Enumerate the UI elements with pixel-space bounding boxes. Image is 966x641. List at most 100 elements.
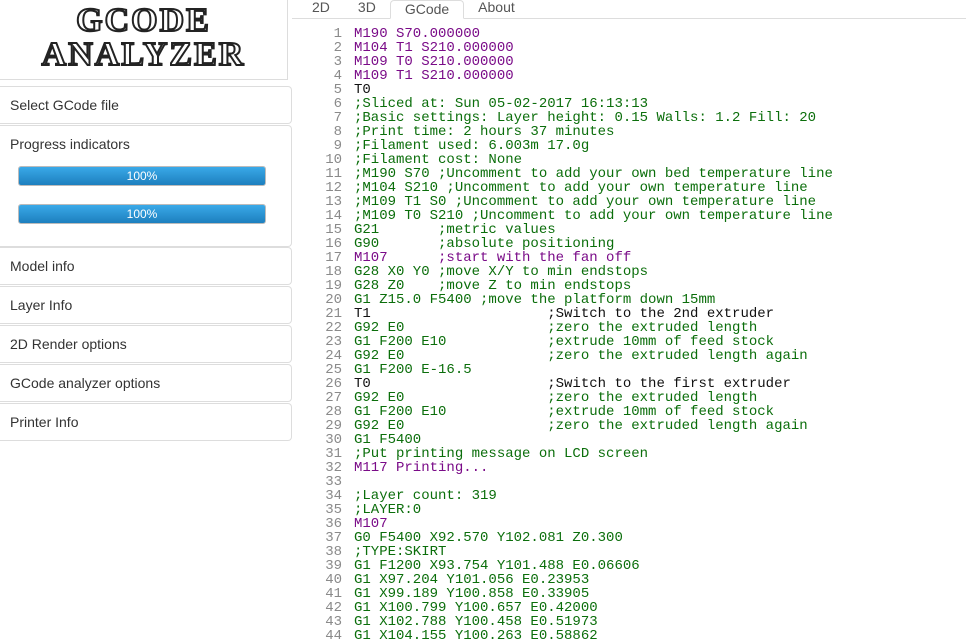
code-line[interactable]: ;M190 S70 ;Uncomment to add your own bed…: [354, 167, 966, 181]
tab-gcode[interactable]: GCode: [390, 0, 464, 19]
code-line[interactable]: ;Layer count: 319: [354, 489, 966, 503]
gcode-analyzer-options[interactable]: GCode analyzer options: [0, 364, 292, 402]
printer-info[interactable]: Printer Info: [0, 403, 292, 441]
code-line[interactable]: ;Sliced at: Sun 05-02-2017 16:13:13: [354, 97, 966, 111]
code-line[interactable]: [354, 475, 966, 489]
line-number: 18: [292, 265, 342, 279]
code-line[interactable]: ;M109 T0 S210 ;Uncomment to add your own…: [354, 209, 966, 223]
code-line[interactable]: G92 E0 ;zero the extruded length: [354, 391, 966, 405]
code-line[interactable]: M107 ;start with the fan off: [354, 251, 966, 265]
line-number: 3: [292, 55, 342, 69]
code-line[interactable]: G1 F200 E10 ;extrude 10mm of feed stock: [354, 405, 966, 419]
code-line[interactable]: ;Filament cost: None: [354, 153, 966, 167]
code-line[interactable]: G1 Z15.0 F5400 ;move the platform down 1…: [354, 293, 966, 307]
progress-indicators-section[interactable]: Progress indicators 100% 100%: [0, 125, 292, 247]
tab-2d[interactable]: 2D: [298, 0, 344, 18]
line-number: 30: [292, 433, 342, 447]
line-number: 36: [292, 517, 342, 531]
line-number: 41: [292, 587, 342, 601]
app-logo: GCODE ANALYZER: [0, 0, 288, 80]
code-line[interactable]: G1 F1200 X93.754 Y101.488 E0.06606: [354, 559, 966, 573]
line-number: 16: [292, 237, 342, 251]
line-number: 7: [292, 111, 342, 125]
code-line[interactable]: G1 F5400: [354, 433, 966, 447]
2d-render-options[interactable]: 2D Render options: [0, 325, 292, 363]
line-number: 38: [292, 545, 342, 559]
code-line[interactable]: G1 X104.155 Y100.263 E0.58862: [354, 629, 966, 641]
code-line[interactable]: ;TYPE:SKIRT: [354, 545, 966, 559]
code-line[interactable]: G28 Z0 ;move Z to min endstops: [354, 279, 966, 293]
code-line[interactable]: G1 X97.204 Y101.056 E0.23953: [354, 573, 966, 587]
code-line[interactable]: G1 F200 E10 ;extrude 10mm of feed stock: [354, 335, 966, 349]
line-number: 8: [292, 125, 342, 139]
line-number: 15: [292, 223, 342, 237]
code-line[interactable]: G0 F5400 X92.570 Y102.081 Z0.300: [354, 531, 966, 545]
progress-indicators-title: Progress indicators: [10, 136, 281, 152]
code-line[interactable]: T1 ;Switch to the 2nd extruder: [354, 307, 966, 321]
code-line[interactable]: ;Basic settings: Layer height: 0.15 Wall…: [354, 111, 966, 125]
line-number: 17: [292, 251, 342, 265]
select-gcode-file[interactable]: Select GCode file: [0, 86, 292, 124]
line-number: 42: [292, 601, 342, 615]
logo-wrap: GCODE ANALYZER: [0, 0, 292, 86]
line-number: 9: [292, 139, 342, 153]
line-number: 12: [292, 181, 342, 195]
line-number: 24: [292, 349, 342, 363]
line-number: 25: [292, 363, 342, 377]
line-number: 37: [292, 531, 342, 545]
line-number: 26: [292, 377, 342, 391]
line-number: 32: [292, 461, 342, 475]
code-line[interactable]: M104 T1 S210.000000: [354, 41, 966, 55]
line-number: 28: [292, 405, 342, 419]
code-content[interactable]: M190 S70.000000M104 T1 S210.000000M109 T…: [354, 19, 966, 641]
model-info[interactable]: Model info: [0, 247, 292, 285]
code-line[interactable]: ;M109 T1 S0 ;Uncomment to add your own t…: [354, 195, 966, 209]
code-line[interactable]: ;Filament used: 6.003m 17.0g: [354, 139, 966, 153]
line-number: 31: [292, 447, 342, 461]
line-number: 44: [292, 629, 342, 641]
line-number: 21: [292, 307, 342, 321]
code-line[interactable]: G1 X99.189 Y100.858 E0.33905: [354, 587, 966, 601]
code-editor[interactable]: 1234567891011121314151617181920212223242…: [292, 19, 966, 641]
line-number: 5: [292, 83, 342, 97]
code-line[interactable]: T0 ;Switch to the first extruder: [354, 377, 966, 391]
sidebar: GCODE ANALYZER Select GCode file Progres…: [0, 0, 292, 641]
code-line[interactable]: ;Print time: 2 hours 37 minutes: [354, 125, 966, 139]
code-line[interactable]: G1 X100.799 Y100.657 E0.42000: [354, 601, 966, 615]
tab-3d[interactable]: 3D: [344, 0, 390, 18]
line-number: 29: [292, 419, 342, 433]
code-line[interactable]: G92 E0 ;zero the extruded length: [354, 321, 966, 335]
code-line[interactable]: G92 E0 ;zero the extruded length again: [354, 419, 966, 433]
line-number: 23: [292, 335, 342, 349]
code-line[interactable]: M190 S70.000000: [354, 27, 966, 41]
line-number: 39: [292, 559, 342, 573]
code-line[interactable]: M109 T1 S210.000000: [354, 69, 966, 83]
code-line[interactable]: G21 ;metric values: [354, 223, 966, 237]
logo-line-2: ANALYZER: [0, 38, 287, 72]
code-line[interactable]: ;Put printing message on LCD screen: [354, 447, 966, 461]
progress-bar-2: 100%: [18, 204, 266, 224]
code-line[interactable]: M109 T0 S210.000000: [354, 55, 966, 69]
code-line[interactable]: ;LAYER:0: [354, 503, 966, 517]
code-line[interactable]: M117 Printing...: [354, 461, 966, 475]
code-line[interactable]: G28 X0 Y0 ;move X/Y to min endstops: [354, 265, 966, 279]
code-line[interactable]: M107: [354, 517, 966, 531]
layer-info[interactable]: Layer Info: [0, 286, 292, 324]
app-root: GCODE ANALYZER Select GCode file Progres…: [0, 0, 966, 641]
line-number: 6: [292, 97, 342, 111]
line-number: 19: [292, 279, 342, 293]
code-line[interactable]: G1 X102.788 Y100.458 E0.51973: [354, 615, 966, 629]
line-number: 10: [292, 153, 342, 167]
line-number: 11: [292, 167, 342, 181]
code-line[interactable]: T0: [354, 83, 966, 97]
code-line[interactable]: G92 E0 ;zero the extruded length again: [354, 349, 966, 363]
progress-bar-2-label: 100%: [19, 205, 265, 223]
code-line[interactable]: ;M104 S210 ;Uncomment to add your own te…: [354, 181, 966, 195]
line-number: 35: [292, 503, 342, 517]
code-line[interactable]: G90 ;absolute positioning: [354, 237, 966, 251]
line-number: 13: [292, 195, 342, 209]
tab-about[interactable]: About: [464, 0, 529, 18]
code-line[interactable]: G1 F200 E-16.5: [354, 363, 966, 377]
line-number: 27: [292, 391, 342, 405]
line-number: 4: [292, 69, 342, 83]
